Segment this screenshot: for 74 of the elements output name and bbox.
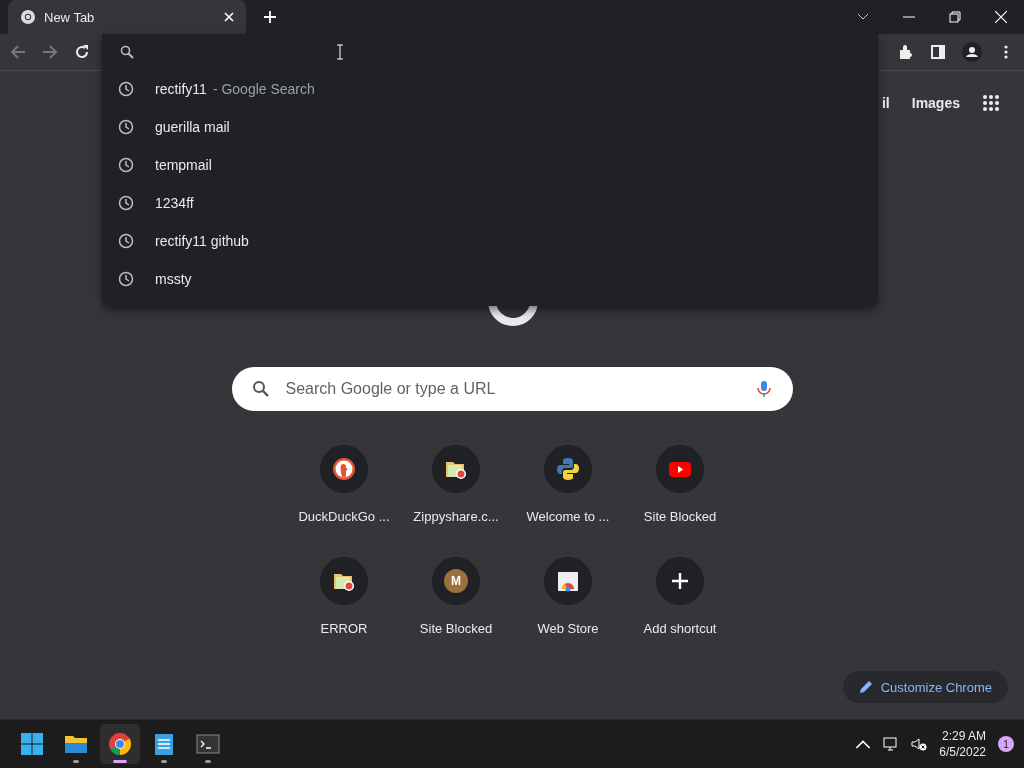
suggestion-text: 1234ff	[155, 195, 194, 211]
extensions-icon[interactable]	[898, 44, 914, 60]
network-icon[interactable]	[883, 736, 900, 752]
suggestion-item[interactable]: guerilla mail	[102, 108, 878, 146]
profile-icon[interactable]	[962, 42, 982, 62]
search-box[interactable]: Search Google or type a URL	[231, 367, 793, 411]
clock-date: 6/5/2022	[939, 744, 986, 760]
browser-logo-icon	[20, 9, 36, 25]
side-panel-icon[interactable]	[930, 44, 946, 60]
pencil-icon	[858, 680, 873, 694]
notification-badge[interactable]: 1	[998, 736, 1014, 752]
customize-button[interactable]: Customize Chrome	[842, 671, 1008, 703]
letter-avatar: M	[444, 569, 468, 593]
shortcut-label: Zippyshare.c...	[413, 509, 499, 524]
clock-time: 2:29 AM	[941, 728, 986, 744]
history-icon	[118, 119, 134, 135]
tab-title: New Tab	[44, 9, 96, 25]
taskbar-app[interactable]	[100, 724, 140, 764]
shortcut-tile[interactable]: Zippyshare.c...	[400, 437, 512, 539]
close-tab-icon[interactable]	[224, 12, 234, 22]
browser-logo-icon	[108, 732, 132, 756]
restore-icon[interactable]	[949, 11, 961, 23]
shortcut-tile[interactable]: Web Store	[512, 549, 624, 651]
header-link[interactable]: il	[881, 95, 890, 111]
history-icon	[118, 157, 134, 173]
clock[interactable]: 2:29 AM 6/5/2022	[939, 728, 986, 760]
suggestion-item[interactable]: rectify11 - Google Search	[102, 70, 878, 108]
shortcut-label: ERROR	[320, 621, 368, 636]
search-field[interactable]: Search Google or type a URL	[283, 379, 741, 399]
forward-icon[interactable]	[42, 44, 58, 60]
history-icon	[118, 271, 134, 287]
shortcut-label: Web Store	[537, 621, 599, 636]
shortcut-tile[interactable]: ERROR	[288, 549, 400, 651]
python-icon	[556, 457, 580, 481]
suggestion-detail: - Google Search	[212, 81, 315, 97]
terminal-icon	[196, 732, 220, 756]
muted-speaker-icon[interactable]	[911, 736, 928, 752]
suggestion-text: mssty	[155, 271, 192, 287]
shortcut-tile[interactable]: M Site Blocked	[400, 549, 512, 651]
back-icon[interactable]	[10, 44, 26, 60]
history-icon	[118, 195, 134, 211]
suggestion-item[interactable]: tempmail	[102, 146, 878, 184]
text-cursor-icon	[336, 44, 344, 60]
shortcut-label: Welcome to ...	[526, 509, 610, 524]
search-icon	[251, 380, 270, 398]
suggestion-text: rectify11 github	[155, 233, 249, 249]
duck-icon	[332, 457, 356, 481]
suggestion-item[interactable]: rectify11 github	[102, 222, 878, 260]
header-link[interactable]: Images	[911, 95, 960, 111]
close-icon[interactable]	[995, 11, 1007, 23]
suggestion-text: tempmail	[155, 157, 212, 173]
windows-logo-icon	[20, 732, 44, 756]
shortcut-tile[interactable]: Add shortcut	[624, 549, 736, 651]
shortcut-tile[interactable]: Welcome to ...	[512, 437, 624, 539]
history-icon	[118, 233, 134, 249]
suggestion-item[interactable]: mssty	[102, 260, 878, 298]
notepad-icon	[152, 732, 176, 756]
suggestion-text: rectify11	[155, 81, 207, 97]
shortcut-label: Site Blocked	[643, 509, 717, 524]
shortcut-tile[interactable]: Site Blocked	[624, 437, 736, 539]
new-tab-icon[interactable]	[264, 11, 276, 23]
shortcut-label: DuckDuckGo ...	[298, 509, 390, 524]
shortcut-label: Add shortcut	[643, 621, 717, 636]
shortcut-tile[interactable]: DuckDuckGo ...	[288, 437, 400, 539]
store-icon	[556, 569, 580, 593]
microphone-icon[interactable]	[754, 380, 773, 398]
suggestion-item[interactable]: 1234ff	[102, 184, 878, 222]
suggestion-text: guerilla mail	[155, 119, 230, 135]
history-icon	[118, 81, 134, 97]
browser-tab[interactable]: New Tab	[8, 0, 246, 34]
search-icon	[120, 45, 134, 59]
apps-grid-icon[interactable]	[982, 94, 1000, 112]
reload-icon[interactable]	[74, 44, 90, 60]
shortcut-label: Site Blocked	[419, 621, 493, 636]
